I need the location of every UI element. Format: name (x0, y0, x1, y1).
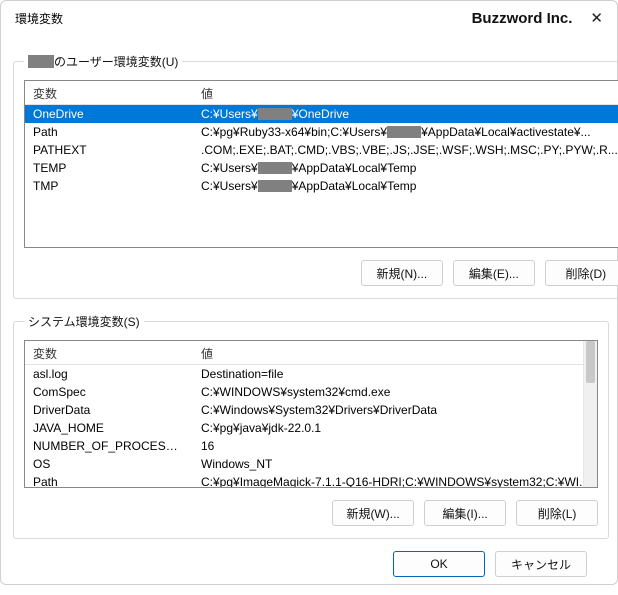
scrollbar-thumb[interactable] (586, 341, 595, 383)
cell-var-name: TMP (25, 178, 193, 194)
col-header-name[interactable]: 変数 (25, 341, 193, 364)
table-header: 変数 値 (25, 81, 618, 105)
system-delete-button[interactable]: 削除(L) (516, 500, 598, 526)
cell-var-value: C:¥pg¥Ruby33-x64¥bin;C:¥Users¥¥AppData¥L… (193, 124, 618, 140)
table-row[interactable]: OSWindows_NT (25, 455, 597, 473)
cell-var-value: C:¥pg¥ImageMagick-7.1.1-Q16-HDRI;C:¥WIND… (193, 474, 597, 488)
table-row[interactable]: TEMPC:¥Users¥¥AppData¥Local¥Temp (25, 159, 618, 177)
cell-var-name: NUMBER_OF_PROCESSORS (25, 438, 193, 454)
system-env-table[interactable]: 変数 値 asl.logDestination=fileComSpecC:¥WI… (24, 340, 598, 488)
cell-var-name: JAVA_HOME (25, 420, 193, 436)
col-header-value[interactable]: 値 (193, 341, 597, 364)
system-new-button[interactable]: 新規(W)... (332, 500, 414, 526)
cell-var-value: .COM;.EXE;.BAT;.CMD;.VBS;.VBE;.JS;.JSE;.… (193, 142, 618, 158)
cell-var-name: ComSpec (25, 384, 193, 400)
system-edit-button[interactable]: 編集(I)... (424, 500, 506, 526)
redacted-text-icon (387, 126, 421, 138)
cell-var-value: C:¥Users¥¥AppData¥Local¥Temp (193, 178, 618, 194)
cell-var-name: Path (25, 124, 193, 140)
cell-var-name: PATHEXT (25, 142, 193, 158)
cell-var-name: Path (25, 474, 193, 488)
cell-var-value: C:¥Users¥¥OneDrive (193, 106, 618, 122)
user-env-group: のユーザー環境変数(U) 変数 値 OneDriveC:¥Users¥¥OneD… (13, 53, 618, 299)
cell-var-value: C:¥WINDOWS¥system32¥cmd.exe (193, 384, 597, 400)
table-row[interactable]: ComSpecC:¥WINDOWS¥system32¥cmd.exe (25, 383, 597, 401)
scrollbar-vertical[interactable] (583, 341, 597, 487)
table-row[interactable]: NUMBER_OF_PROCESSORS16 (25, 437, 597, 455)
brand-label: Buzzword Inc. (472, 10, 573, 27)
table-header: 変数 値 (25, 341, 597, 365)
cell-var-name: TEMP (25, 160, 193, 176)
table-row[interactable]: PathC:¥pg¥Ruby33-x64¥bin;C:¥Users¥¥AppDa… (25, 123, 618, 141)
cell-var-value: Destination=file (193, 366, 597, 382)
table-row[interactable]: DriverDataC:¥Windows¥System32¥Drivers¥Dr… (25, 401, 597, 419)
cell-var-value: C:¥Users¥¥AppData¥Local¥Temp (193, 160, 618, 176)
titlebar: 環境変数 Buzzword Inc. ✕ (1, 1, 617, 35)
table-row[interactable]: PathC:¥pg¥ImageMagick-7.1.1-Q16-HDRI;C:¥… (25, 473, 597, 488)
cell-var-name: DriverData (25, 402, 193, 418)
user-env-table[interactable]: 変数 値 OneDriveC:¥Users¥¥OneDrivePathC:¥pg… (24, 80, 618, 248)
table-row[interactable]: OneDriveC:¥Users¥¥OneDrive (25, 105, 618, 123)
cancel-button[interactable]: キャンセル (495, 551, 587, 577)
cell-var-name: OS (25, 456, 193, 472)
cell-var-value: C:¥pg¥java¥jdk-22.0.1 (193, 420, 597, 436)
cell-var-value: C:¥Windows¥System32¥Drivers¥DriverData (193, 402, 597, 418)
col-header-name[interactable]: 変数 (25, 81, 193, 104)
user-edit-button[interactable]: 編集(E)... (453, 260, 535, 286)
close-icon[interactable]: ✕ (590, 11, 603, 26)
cell-var-value: Windows_NT (193, 456, 597, 472)
table-row[interactable]: JAVA_HOMEC:¥pg¥java¥jdk-22.0.1 (25, 419, 597, 437)
redacted-text-icon (258, 180, 292, 192)
col-header-value[interactable]: 値 (193, 81, 618, 104)
redacted-text-icon (258, 108, 292, 120)
user-new-button[interactable]: 新規(N)... (361, 260, 443, 286)
cell-var-name: asl.log (25, 366, 193, 382)
cell-var-name: OneDrive (25, 106, 193, 122)
window-title: 環境変数 (15, 10, 63, 27)
redacted-text-icon (258, 162, 292, 174)
system-env-legend: システム環境変数(S) (24, 313, 144, 330)
table-row[interactable]: TMPC:¥Users¥¥AppData¥Local¥Temp (25, 177, 618, 195)
user-env-legend: のユーザー環境変数(U) (24, 53, 182, 70)
user-env-legend-text: のユーザー環境変数(U) (54, 53, 178, 70)
cell-var-value: 16 (193, 438, 597, 454)
table-row[interactable]: asl.logDestination=file (25, 365, 597, 383)
table-row[interactable]: PATHEXT.COM;.EXE;.BAT;.CMD;.VBS;.VBE;.JS… (25, 141, 618, 159)
redacted-username-icon (28, 55, 54, 68)
user-delete-button[interactable]: 削除(D) (545, 260, 618, 286)
ok-button[interactable]: OK (393, 551, 485, 577)
system-env-group: システム環境変数(S) 変数 値 asl.logDestination=file… (13, 313, 609, 539)
